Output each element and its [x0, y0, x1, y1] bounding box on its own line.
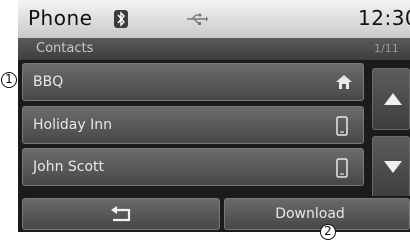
contact-item-holiday-inn[interactable]: Holiday Inn: [22, 106, 364, 144]
download-button[interactable]: Download: [224, 198, 410, 230]
callout-1: 1: [1, 72, 17, 88]
back-button[interactable]: [22, 198, 220, 230]
download-label: Download: [275, 206, 345, 222]
scroll-down-button[interactable]: [372, 136, 410, 198]
mobile-phone-icon: [335, 158, 349, 182]
app-title: Phone: [28, 6, 93, 30]
mobile-phone-icon: [335, 116, 349, 140]
contact-name: John Scott: [33, 159, 105, 175]
usb-icon: [186, 11, 208, 30]
contacts-title: Contacts: [36, 41, 94, 56]
contact-name: BBQ: [33, 74, 64, 90]
arrow-up-icon: [384, 93, 402, 105]
bluetooth-icon: [114, 10, 128, 28]
home-icon: [335, 73, 353, 95]
arrow-down-icon: [384, 161, 402, 173]
phone-contacts-screen: Phone 12:30 Contacts 1/11 BBQ: [18, 0, 410, 232]
contact-name: Holiday Inn: [33, 117, 112, 133]
page-indicator: 1/11: [374, 42, 399, 55]
back-arrow-icon: [111, 206, 131, 222]
contact-item-john-scott[interactable]: John Scott: [22, 148, 364, 186]
clock: 12:30: [358, 6, 410, 30]
callout-2: 2: [320, 224, 336, 240]
contact-item-bbq[interactable]: BBQ: [22, 63, 364, 101]
contacts-header: Contacts 1/11: [18, 38, 410, 60]
scroll-up-button[interactable]: [372, 68, 410, 130]
bottom-bar: Download: [18, 196, 410, 232]
status-bar: Phone 12:30: [18, 0, 410, 38]
